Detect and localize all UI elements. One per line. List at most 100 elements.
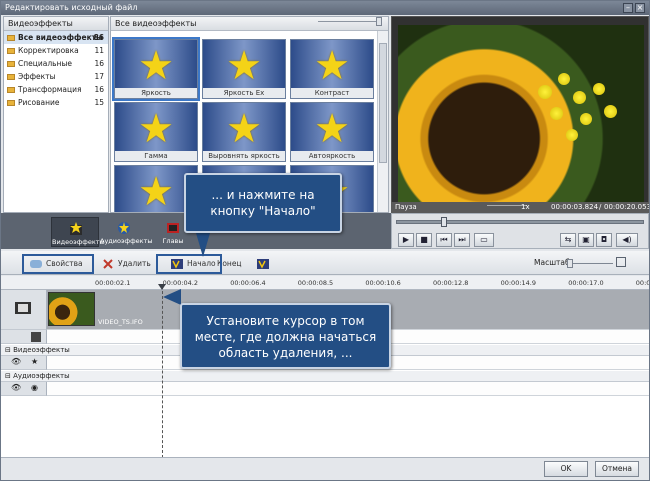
cancel-button[interactable]: Отмена xyxy=(595,461,639,477)
window-title: Редактировать исходный файл xyxy=(5,3,138,12)
audio-effects-section[interactable]: ⊟ Аудиоэффекты xyxy=(1,371,649,382)
category-item[interactable]: Корректировка 11 xyxy=(4,44,108,57)
categories-header: Видеоэффекты xyxy=(4,17,108,31)
delete-label: Удалить xyxy=(118,259,151,268)
clip-name: VIDEO_TS.IFO xyxy=(98,318,143,326)
effect-tile[interactable]: ★ Яркость xyxy=(112,37,200,101)
delete-button[interactable]: Удалить xyxy=(97,255,156,273)
thumbnail-size-slider[interactable] xyxy=(318,17,382,27)
fit-zoom-icon[interactable] xyxy=(616,257,626,267)
current-time: 00:00:03.824 xyxy=(551,203,599,211)
start-highlight xyxy=(156,254,222,274)
video-preview-panel xyxy=(391,16,649,213)
category-item[interactable]: Трансформация 16 xyxy=(4,83,108,96)
ruler-tick-label: 00:00:06.4 xyxy=(230,279,266,287)
category-item[interactable]: Все видеоэффекты 86 xyxy=(4,31,108,44)
effects-gallery-header: Все видеоэффекты xyxy=(111,17,388,31)
category-count: 16 xyxy=(94,85,104,94)
scale-knob[interactable] xyxy=(567,259,573,268)
folder-icon xyxy=(7,73,15,80)
audio-effects-icon: ◉ xyxy=(31,383,38,392)
video-effects-row-header: 👁 ★ xyxy=(1,356,47,370)
playback-state: Пауза xyxy=(395,203,417,211)
effect-tile[interactable]: ★ Гамма xyxy=(114,102,198,162)
folder-icon xyxy=(7,99,15,106)
effect-tile[interactable]: ★ Контраст xyxy=(290,39,374,99)
tab-label: Главы xyxy=(162,237,184,245)
seek-bar[interactable] xyxy=(396,217,644,227)
ruler-tick-label: 00:00:02.1 xyxy=(95,279,131,287)
category-count: 17 xyxy=(94,72,104,81)
category-item[interactable]: Специальные 16 xyxy=(4,57,108,70)
timeline-ruler[interactable]: 00:00:02.1 00:00:04.2 00:00:06.4 00:00:08.5… xyxy=(1,276,649,290)
audio-effects-row-header: 👁 ◉ xyxy=(1,382,47,396)
category-label: Все видеоэффекты xyxy=(18,33,103,42)
effect-tile[interactable]: ★ Автояркость xyxy=(290,102,374,162)
stop-button[interactable]: ■ xyxy=(416,233,432,247)
video-frame xyxy=(398,25,644,208)
volume-button[interactable]: ◀) xyxy=(616,233,638,247)
slider-knob[interactable] xyxy=(376,17,382,26)
category-item[interactable]: Рисование 15 xyxy=(4,96,108,109)
ruler-tick-label: 00:00:04.2 xyxy=(162,279,198,287)
effect-label: Яркость xyxy=(115,88,197,98)
properties-highlight xyxy=(22,254,94,274)
time-separator: / xyxy=(599,203,602,211)
audio-effects-row[interactable] xyxy=(47,382,649,396)
ruler-tick-label: 00:00:14.9 xyxy=(500,279,536,287)
effect-label: Яркость Ex xyxy=(203,88,285,98)
effects-scrollbar[interactable] xyxy=(377,31,388,212)
effect-label: Автояркость xyxy=(291,151,373,161)
star-icon: ★ xyxy=(226,106,262,152)
flower-bud xyxy=(604,105,617,118)
effect-tile[interactable]: ★ Выровнять яркость xyxy=(202,102,286,162)
play-button[interactable]: ▶ xyxy=(398,233,414,247)
callout-pointer-bottom xyxy=(163,289,181,305)
seek-knob[interactable] xyxy=(441,217,447,227)
tab-audio-effects[interactable]: Аудиоэффекты xyxy=(100,217,153,247)
ruler-tick-label: 00:00:12.8 xyxy=(433,279,469,287)
video-clip-thumbnail[interactable] xyxy=(48,292,95,326)
scrollbar-thumb[interactable] xyxy=(379,43,387,163)
star-icon: ★ xyxy=(314,106,350,152)
split-view-button[interactable]: ▣ xyxy=(578,233,594,247)
next-frame-button[interactable]: ⏭ xyxy=(454,233,470,247)
category-label: Рисование xyxy=(18,98,60,107)
flower-bud xyxy=(566,129,578,141)
playback-controls: ▶ ■ ⏮ ⏭ ▭ ⇆ ▣ ◘ ◀) xyxy=(391,213,649,249)
video-track-header xyxy=(1,290,47,330)
flower-bud xyxy=(538,85,552,99)
film-icon xyxy=(15,302,31,314)
effects-gallery-title: Все видеоэффекты xyxy=(115,19,197,28)
dialog-footer: OK Отмена xyxy=(1,457,649,480)
timeline-cursor[interactable] xyxy=(162,286,163,458)
category-count: 16 xyxy=(94,59,104,68)
category-label: Эффекты xyxy=(18,72,56,81)
playback-status-bar: Пауза 1x 00:00:03.824 / 00:00:20.053 xyxy=(391,202,649,213)
star-icon: ★ xyxy=(314,43,350,89)
close-button[interactable]: × xyxy=(635,3,645,13)
effect-label: Контраст xyxy=(291,88,373,98)
snapshot-button[interactable]: ◘ xyxy=(596,233,612,247)
callout-set-cursor: Установите курсор в том месте, где должн… xyxy=(180,303,391,369)
scale-slider[interactable] xyxy=(567,259,613,268)
category-item[interactable]: Эффекты 17 xyxy=(4,70,108,83)
fullscreen-button[interactable]: ▭ xyxy=(474,233,494,247)
category-label: Специальные xyxy=(18,59,72,68)
edit-source-file-window: Редактировать исходный файл – × Видеоэфф… xyxy=(0,0,650,481)
flower-bud xyxy=(593,83,605,95)
star-icon: ★ xyxy=(226,43,262,89)
minimize-button[interactable]: – xyxy=(623,3,633,13)
eye-icon[interactable]: 👁 xyxy=(11,357,21,366)
previous-frame-button[interactable]: ⏮ xyxy=(436,233,452,247)
compare-view-button[interactable]: ⇆ xyxy=(560,233,576,247)
category-count: 11 xyxy=(94,46,104,55)
effect-tile[interactable]: ★ Яркость Ex xyxy=(202,39,286,99)
ok-button[interactable]: OK xyxy=(544,461,588,477)
section-label: Аудиоэффекты xyxy=(13,372,70,380)
audio-wave-icon xyxy=(31,332,41,342)
tab-video-effects[interactable]: Видеоэффекты xyxy=(51,217,105,247)
section-label: Видеоэффекты xyxy=(13,346,70,354)
star-icon: ★ xyxy=(138,106,174,152)
eye-icon[interactable]: 👁 xyxy=(11,383,21,392)
